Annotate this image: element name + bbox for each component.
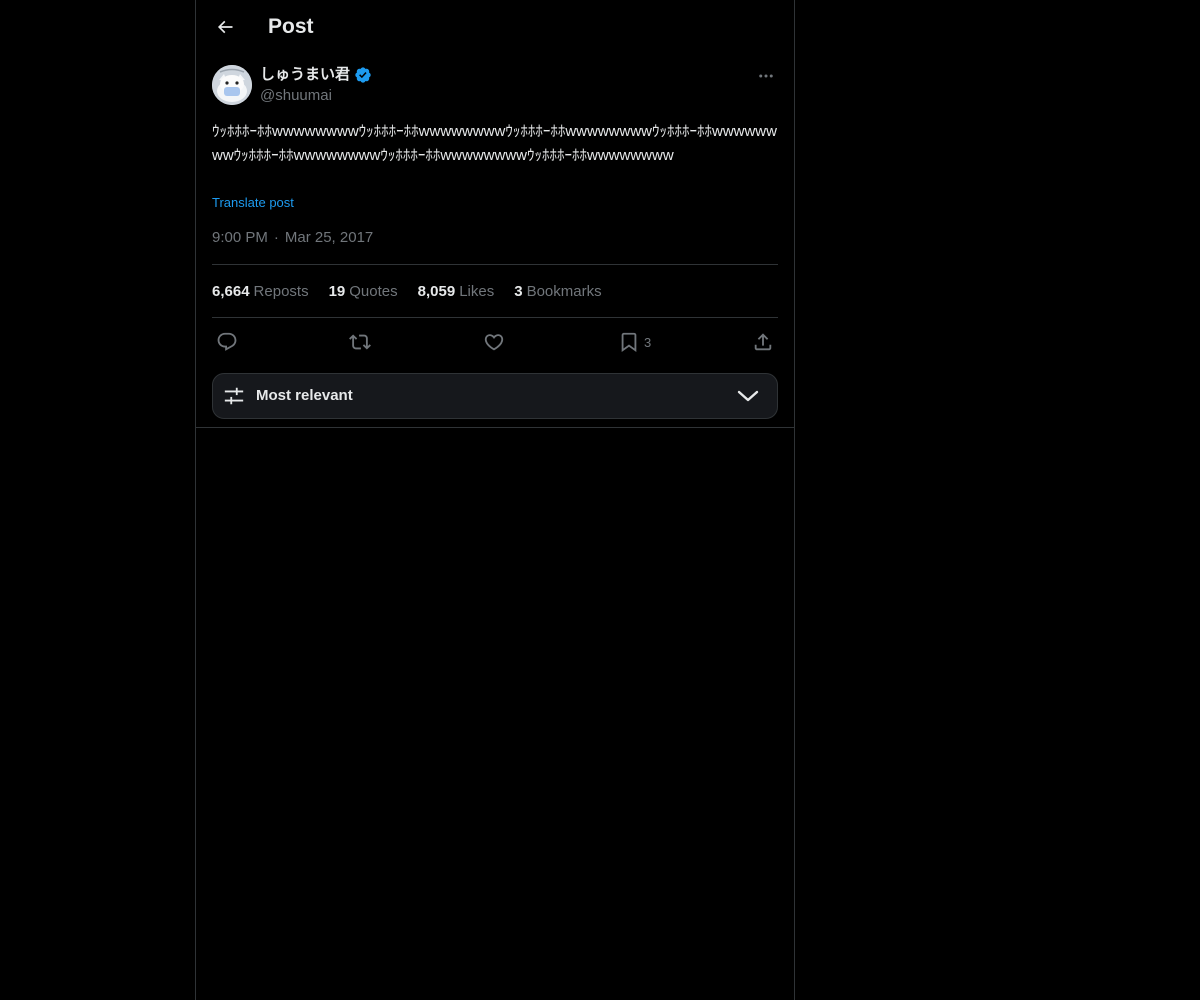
main-column: Post しゅうまい君 @shuumai ｳｯﾎﾎﾎｰﾎﾎwwwwwwwwｳｯﾎ…: [195, 0, 795, 1000]
post-time[interactable]: 9:00 PM: [212, 228, 268, 248]
reposts-stat[interactable]: 6,664 Reposts: [212, 282, 309, 302]
quotes-label: Quotes: [349, 283, 398, 300]
bookmark-icon: [618, 331, 640, 353]
bookmark-action-count: 3: [644, 334, 652, 350]
bookmarks-stat[interactable]: 3 Bookmarks: [514, 282, 601, 302]
divider-middle: [212, 317, 778, 318]
page-title: Post: [268, 15, 314, 38]
likes-stat[interactable]: 8,059 Likes: [418, 282, 495, 302]
reply-icon: [216, 331, 238, 353]
post-stats: 6,664 Reposts 19 Quotes 8,059 Likes 3 Bo…: [212, 282, 602, 302]
filter-sliders-icon: [223, 385, 245, 407]
bookmarks-label: Bookmarks: [526, 283, 602, 300]
more-options-button[interactable]: [754, 64, 778, 88]
reposts-label: Reposts: [253, 283, 309, 300]
page-header: Post: [196, 0, 794, 54]
divider-top: [212, 264, 778, 265]
post-date[interactable]: Mar 25, 2017: [285, 228, 373, 248]
post-author: しゅうまい君 @shuumai: [212, 64, 778, 108]
reply-button[interactable]: [216, 328, 238, 356]
likes-count: 8,059: [417, 283, 456, 300]
repost-button[interactable]: [349, 328, 371, 356]
section-divider: [196, 427, 794, 428]
bookmark-button[interactable]: 3: [618, 328, 651, 356]
quotes-count: 19: [328, 283, 346, 300]
chevron-down-icon: [737, 387, 759, 405]
post-actions: 3: [212, 328, 778, 356]
bookmarks-count: 3: [514, 283, 523, 300]
share-button[interactable]: [752, 328, 774, 356]
replies-sort-dropdown[interactable]: Most relevant: [212, 373, 778, 419]
display-name[interactable]: しゅうまい君: [260, 65, 350, 85]
likes-label: Likes: [459, 283, 495, 300]
sort-label: Most relevant: [256, 387, 353, 404]
display-name-row[interactable]: しゅうまい君: [260, 65, 372, 85]
arrow-left-icon: [215, 17, 235, 37]
share-icon: [752, 331, 774, 353]
heart-icon: [483, 331, 505, 353]
more-horizontal-icon: [757, 67, 775, 85]
reposts-count: 6,664: [212, 283, 250, 300]
timestamp-separator: ·: [273, 229, 279, 246]
verified-badge-icon: [354, 66, 372, 84]
like-button[interactable]: [483, 328, 505, 356]
user-handle[interactable]: @shuumai: [260, 86, 332, 106]
translate-post-link[interactable]: Translate post: [212, 194, 294, 212]
back-button[interactable]: [208, 10, 242, 44]
quotes-stat[interactable]: 19 Quotes: [329, 282, 398, 302]
repost-icon: [349, 331, 371, 353]
avatar[interactable]: [212, 65, 252, 105]
post-text: ｳｯﾎﾎﾎｰﾎﾎwwwwwwwwｳｯﾎﾎﾎｰﾎﾎwwwwwwwwｳｯﾎﾎﾎｰﾎﾎ…: [212, 123, 777, 164]
post-timestamp: 9:00 PM · Mar 25, 2017: [212, 228, 373, 248]
